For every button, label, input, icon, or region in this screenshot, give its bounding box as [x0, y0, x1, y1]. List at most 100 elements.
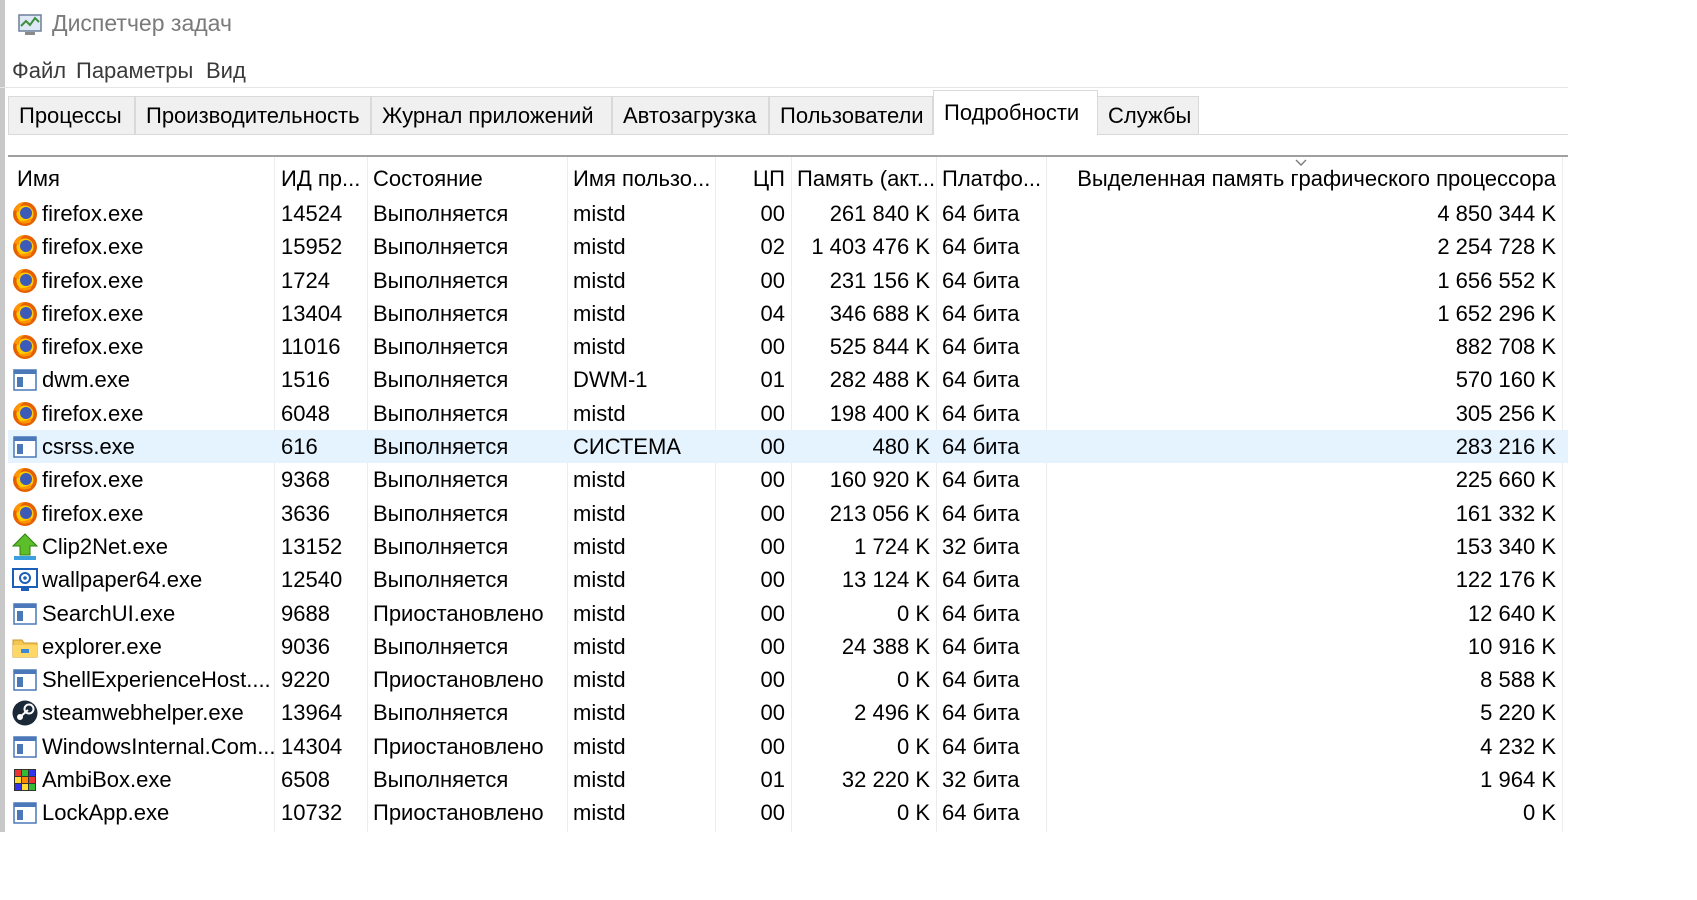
- memory-cell: 0 K: [896, 667, 930, 693]
- table-row[interactable]: AmbiBox.exe 6508 Выполняется mistd 01 32 220 …: [8, 763, 1568, 796]
- column-header-username[interactable]: Имя пользо...: [567, 160, 715, 196]
- gpu-memory-cell: 153 340 K: [1455, 533, 1556, 559]
- username-cell: mistd: [573, 467, 626, 493]
- table-row[interactable]: csrss.exe 616 Выполняется СИСТЕМА 00 480 K 64 …: [8, 430, 1568, 464]
- memory-cell: 0 K: [896, 800, 930, 826]
- process-name-cell: firefox.exe: [8, 497, 274, 530]
- platform-cell: 64 бита: [942, 300, 1020, 326]
- table-row[interactable]: firefox.exe 6048 Выполняется mistd 00 198 400…: [8, 397, 1568, 430]
- firefox-icon: [11, 267, 39, 295]
- cpu-cell: 00: [760, 400, 785, 426]
- firefox-icon: [11, 400, 39, 428]
- column-header-pid[interactable]: ИД пр...: [275, 160, 367, 196]
- platform-cell: 64 бита: [942, 234, 1020, 260]
- username-cell: mistd: [573, 633, 626, 659]
- memory-cell: 13 124 K: [841, 567, 930, 593]
- window-icon: [11, 366, 39, 394]
- table-row[interactable]: wallpaper64.exe 12540 Выполняется mistd 00 13…: [8, 563, 1568, 596]
- status-cell: Выполняется: [373, 567, 509, 593]
- table-row[interactable]: firefox.exe 11016 Выполняется mistd 00 525 84…: [8, 330, 1568, 363]
- platform-cell: 64 бита: [942, 633, 1020, 659]
- table-row[interactable]: LockApp.exe 10732 Приостановлено mistd 00 0 K…: [8, 796, 1568, 829]
- status-cell: Приостановлено: [373, 800, 544, 826]
- task-manager-icon: [18, 14, 42, 35]
- process-name-cell: explorer.exe: [8, 630, 274, 663]
- column-header-status[interactable]: Состояние: [367, 160, 567, 196]
- firefox-icon: [11, 466, 39, 494]
- column-header-name[interactable]: Имя: [11, 160, 275, 196]
- pid-cell: 9688: [281, 600, 330, 626]
- process-name-cell: AmbiBox.exe: [8, 763, 274, 796]
- memory-cell: 32 220 K: [841, 767, 930, 793]
- gpu-memory-cell: 1 656 552 K: [1437, 267, 1556, 293]
- cpu-cell: 00: [760, 800, 785, 826]
- pid-cell: 11016: [281, 334, 341, 360]
- status-cell: Выполняется: [373, 467, 509, 493]
- table-row[interactable]: dwm.exe 1516 Выполняется DWM-1 01 282 488 K 64…: [8, 363, 1568, 396]
- window-icon: [11, 600, 39, 628]
- pid-cell: 6508: [281, 767, 330, 793]
- memory-cell: 261 840 K: [829, 201, 930, 226]
- tab-startup[interactable]: Автозагрузка: [612, 96, 769, 134]
- pid-cell: 13964: [281, 700, 343, 726]
- status-cell: Выполняется: [373, 633, 509, 659]
- table-row[interactable]: SearchUI.exe 9688 Приостановлено mistd 00 0 K…: [8, 597, 1568, 630]
- table-row[interactable]: firefox.exe 3636 Выполняется mistd 00 213 056…: [8, 497, 1568, 530]
- pid-cell: 616: [281, 434, 318, 460]
- platform-cell: 64 бита: [942, 201, 1020, 226]
- pid-cell: 1724: [281, 267, 330, 293]
- table-row[interactable]: Clip2Net.exe 13152 Выполняется mistd 00 1 724…: [8, 530, 1568, 563]
- memory-cell: 213 056 K: [829, 500, 930, 526]
- status-cell: Выполняется: [373, 267, 509, 293]
- memory-cell: 0 K: [896, 733, 930, 759]
- table-row[interactable]: firefox.exe 13404 Выполняется mistd 04 346 68…: [8, 297, 1568, 330]
- window-icon: [11, 666, 39, 694]
- gpu-memory-cell: 12 640 K: [1467, 600, 1556, 626]
- tab-details[interactable]: Подробности: [933, 90, 1098, 135]
- pid-cell: 9036: [281, 633, 330, 659]
- pid-cell: 1516: [281, 367, 330, 393]
- column-header-cpu[interactable]: ЦП: [715, 160, 791, 196]
- tab-users[interactable]: Пользователи: [769, 96, 933, 134]
- status-cell: Приостановлено: [373, 600, 544, 626]
- status-cell: Выполняется: [373, 434, 509, 460]
- table-row[interactable]: firefox.exe 15952 Выполняется mistd 02 1 403 …: [8, 230, 1568, 263]
- window-title: Диспетчер задач: [52, 10, 232, 36]
- process-name: firefox.exe: [42, 467, 144, 493]
- tab-services[interactable]: Службы: [1097, 96, 1199, 134]
- table-row[interactable]: explorer.exe 9036 Выполняется mistd 00 24 388…: [8, 630, 1568, 663]
- tab-performance[interactable]: Производительность: [135, 96, 371, 134]
- table-row[interactable]: firefox.exe 9368 Выполняется mistd 00 160 920…: [8, 463, 1568, 496]
- username-cell: mistd: [573, 800, 626, 826]
- column-header-gpu-memory[interactable]: Выделенная память графического процессор…: [1046, 160, 1562, 196]
- window-icon: [11, 433, 39, 461]
- process-name-cell: wallpaper64.exe: [8, 563, 274, 596]
- wallpaper-icon: [11, 566, 39, 594]
- process-name: Clip2Net.exe: [42, 533, 168, 559]
- table-row[interactable]: ShellExperienceHost.... 9220 Приостановлен…: [8, 663, 1568, 696]
- username-cell: mistd: [573, 533, 626, 559]
- column-header-memory[interactable]: Память (акт...: [791, 160, 936, 196]
- menu-view[interactable]: Вид: [206, 58, 246, 84]
- tab-processes[interactable]: Процессы: [8, 96, 135, 134]
- process-name: AmbiBox.exe: [42, 767, 172, 793]
- column-header-platform[interactable]: Платфо...: [936, 160, 1046, 196]
- table-row[interactable]: steamwebhelper.exe 13964 Выполняется mistd 0…: [8, 696, 1568, 729]
- table-row[interactable]: WindowsInternal.Com... 14304 Приостановлен…: [8, 730, 1568, 763]
- process-name: dwm.exe: [42, 367, 131, 393]
- window-left-edge: [0, 0, 5, 832]
- cpu-cell: 00: [760, 434, 785, 460]
- memory-cell: 480 K: [872, 434, 931, 460]
- table-row[interactable]: firefox.exe 1724 Выполняется mistd 00 231 156…: [8, 264, 1568, 297]
- gpu-memory-cell: 225 660 K: [1455, 467, 1556, 493]
- menu-file[interactable]: Файл: [12, 58, 66, 84]
- tab-app-history[interactable]: Журнал приложений: [371, 96, 612, 134]
- gpu-memory-cell: 2 254 728 K: [1437, 234, 1556, 260]
- menu-options[interactable]: Параметры: [76, 58, 193, 84]
- memory-cell: 231 156 K: [829, 267, 930, 293]
- status-cell: Выполняется: [373, 500, 509, 526]
- cpu-cell: 02: [760, 234, 785, 260]
- username-cell: mistd: [573, 300, 626, 326]
- table-row[interactable]: firefox.exe 14524 Выполняется mistd 00 261 84…: [8, 197, 1568, 230]
- process-name-cell: firefox.exe: [8, 197, 274, 230]
